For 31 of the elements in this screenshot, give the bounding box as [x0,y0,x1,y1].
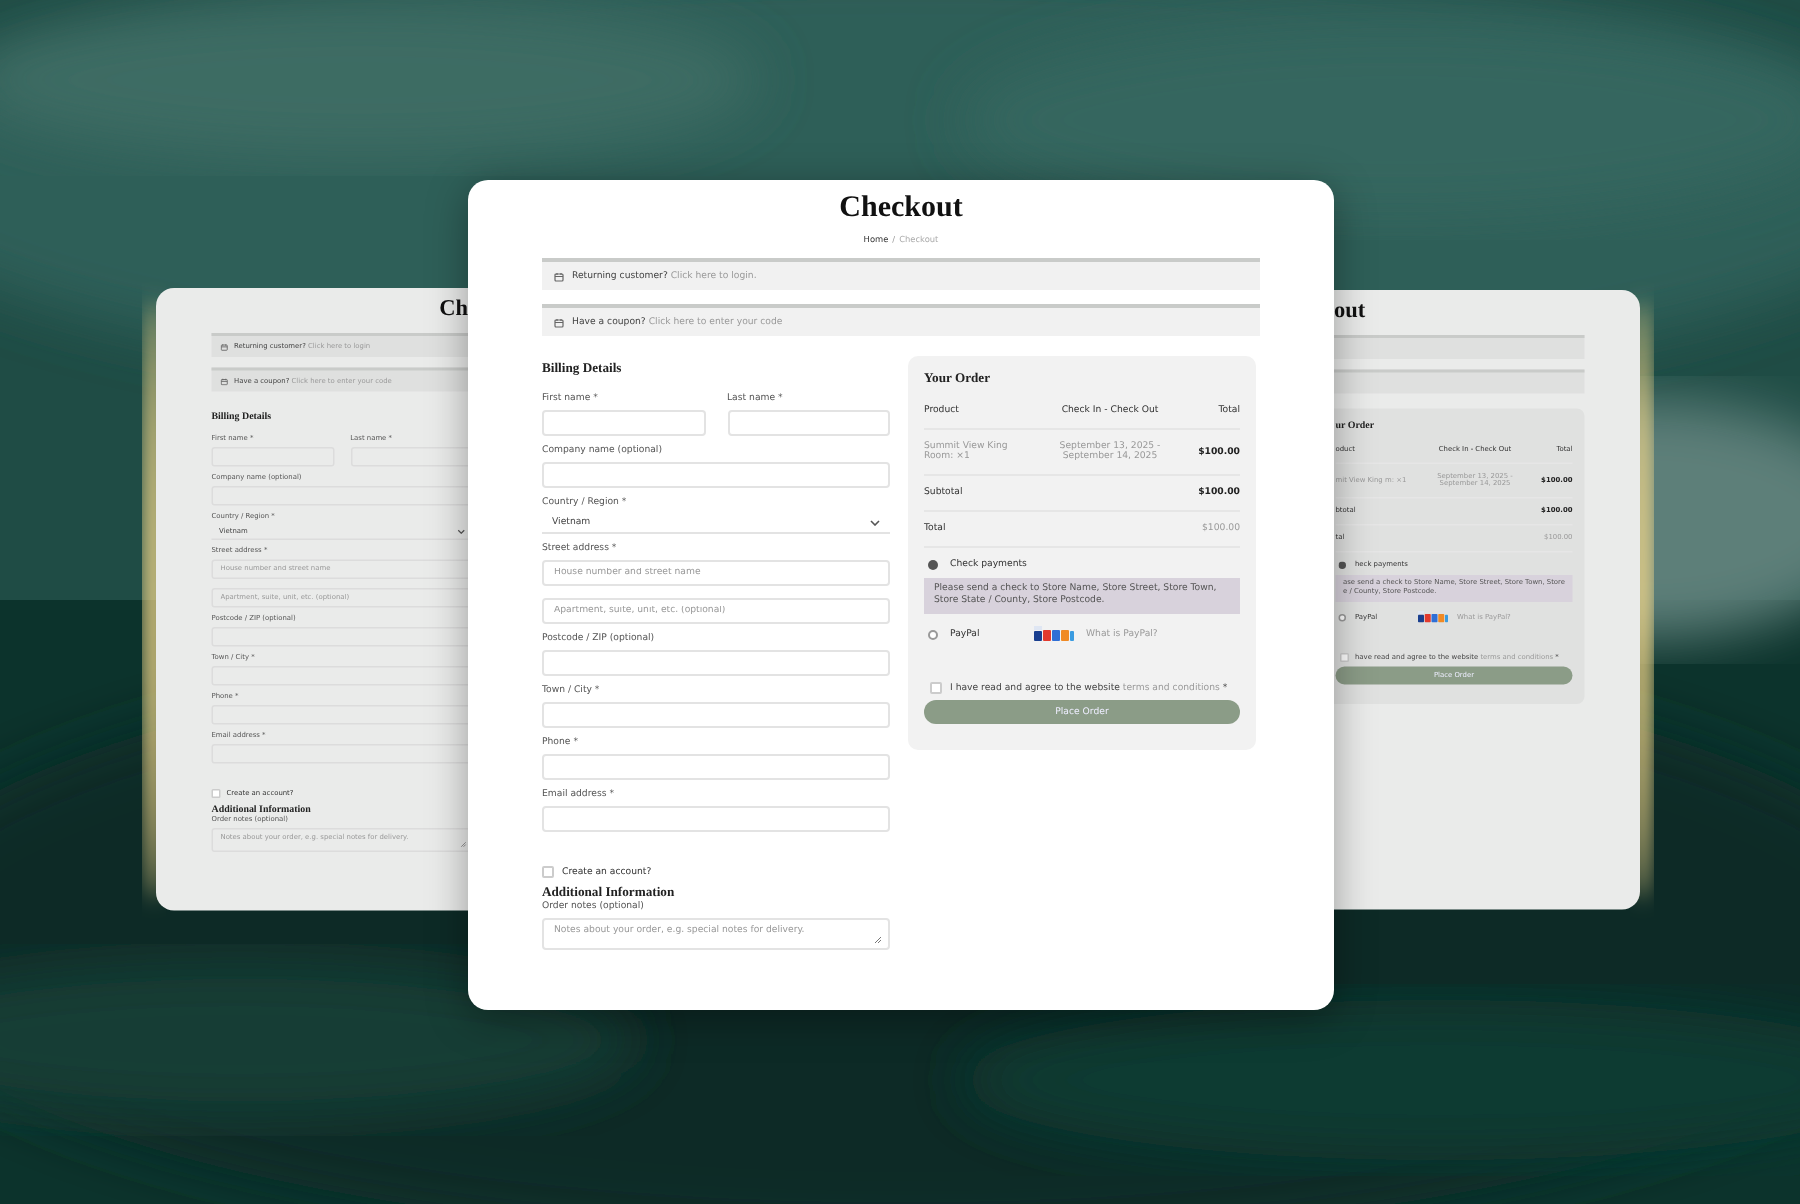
input-field[interactable] [211,744,468,764]
input-field[interactable] [350,447,468,467]
input-field[interactable] [542,754,890,780]
input-field[interactable] [542,806,890,832]
page-title: out [1334,299,1368,325]
resize-handle-icon [874,936,882,944]
checkbox[interactable] [542,866,554,878]
calendar-icon [554,271,564,281]
input-field[interactable] [727,410,890,436]
radio-button[interactable] [1338,613,1346,621]
radio-button[interactable] [1338,561,1346,569]
input-field[interactable] [211,666,468,686]
input-field[interactable] [542,462,890,488]
card-logos-icon [1418,611,1448,623]
calendar-icon [554,317,564,327]
input-field[interactable] [211,627,468,647]
input-field[interactable] [542,650,890,676]
radio-button[interactable] [928,560,938,570]
chevron-down-icon [870,520,880,526]
input-field[interactable] [211,705,468,725]
input-field[interactable] [542,702,890,728]
checkbox[interactable] [211,789,221,798]
page-title: Checkout [837,192,965,226]
page-title: Ch [437,297,468,323]
calendar-icon [220,342,228,351]
card-logos-icon [1034,626,1074,642]
input-field[interactable] [211,486,468,506]
checkbox[interactable] [930,682,942,694]
input-field[interactable] [542,410,705,436]
radio-button[interactable] [928,629,938,639]
checkbox[interactable] [1340,653,1349,662]
